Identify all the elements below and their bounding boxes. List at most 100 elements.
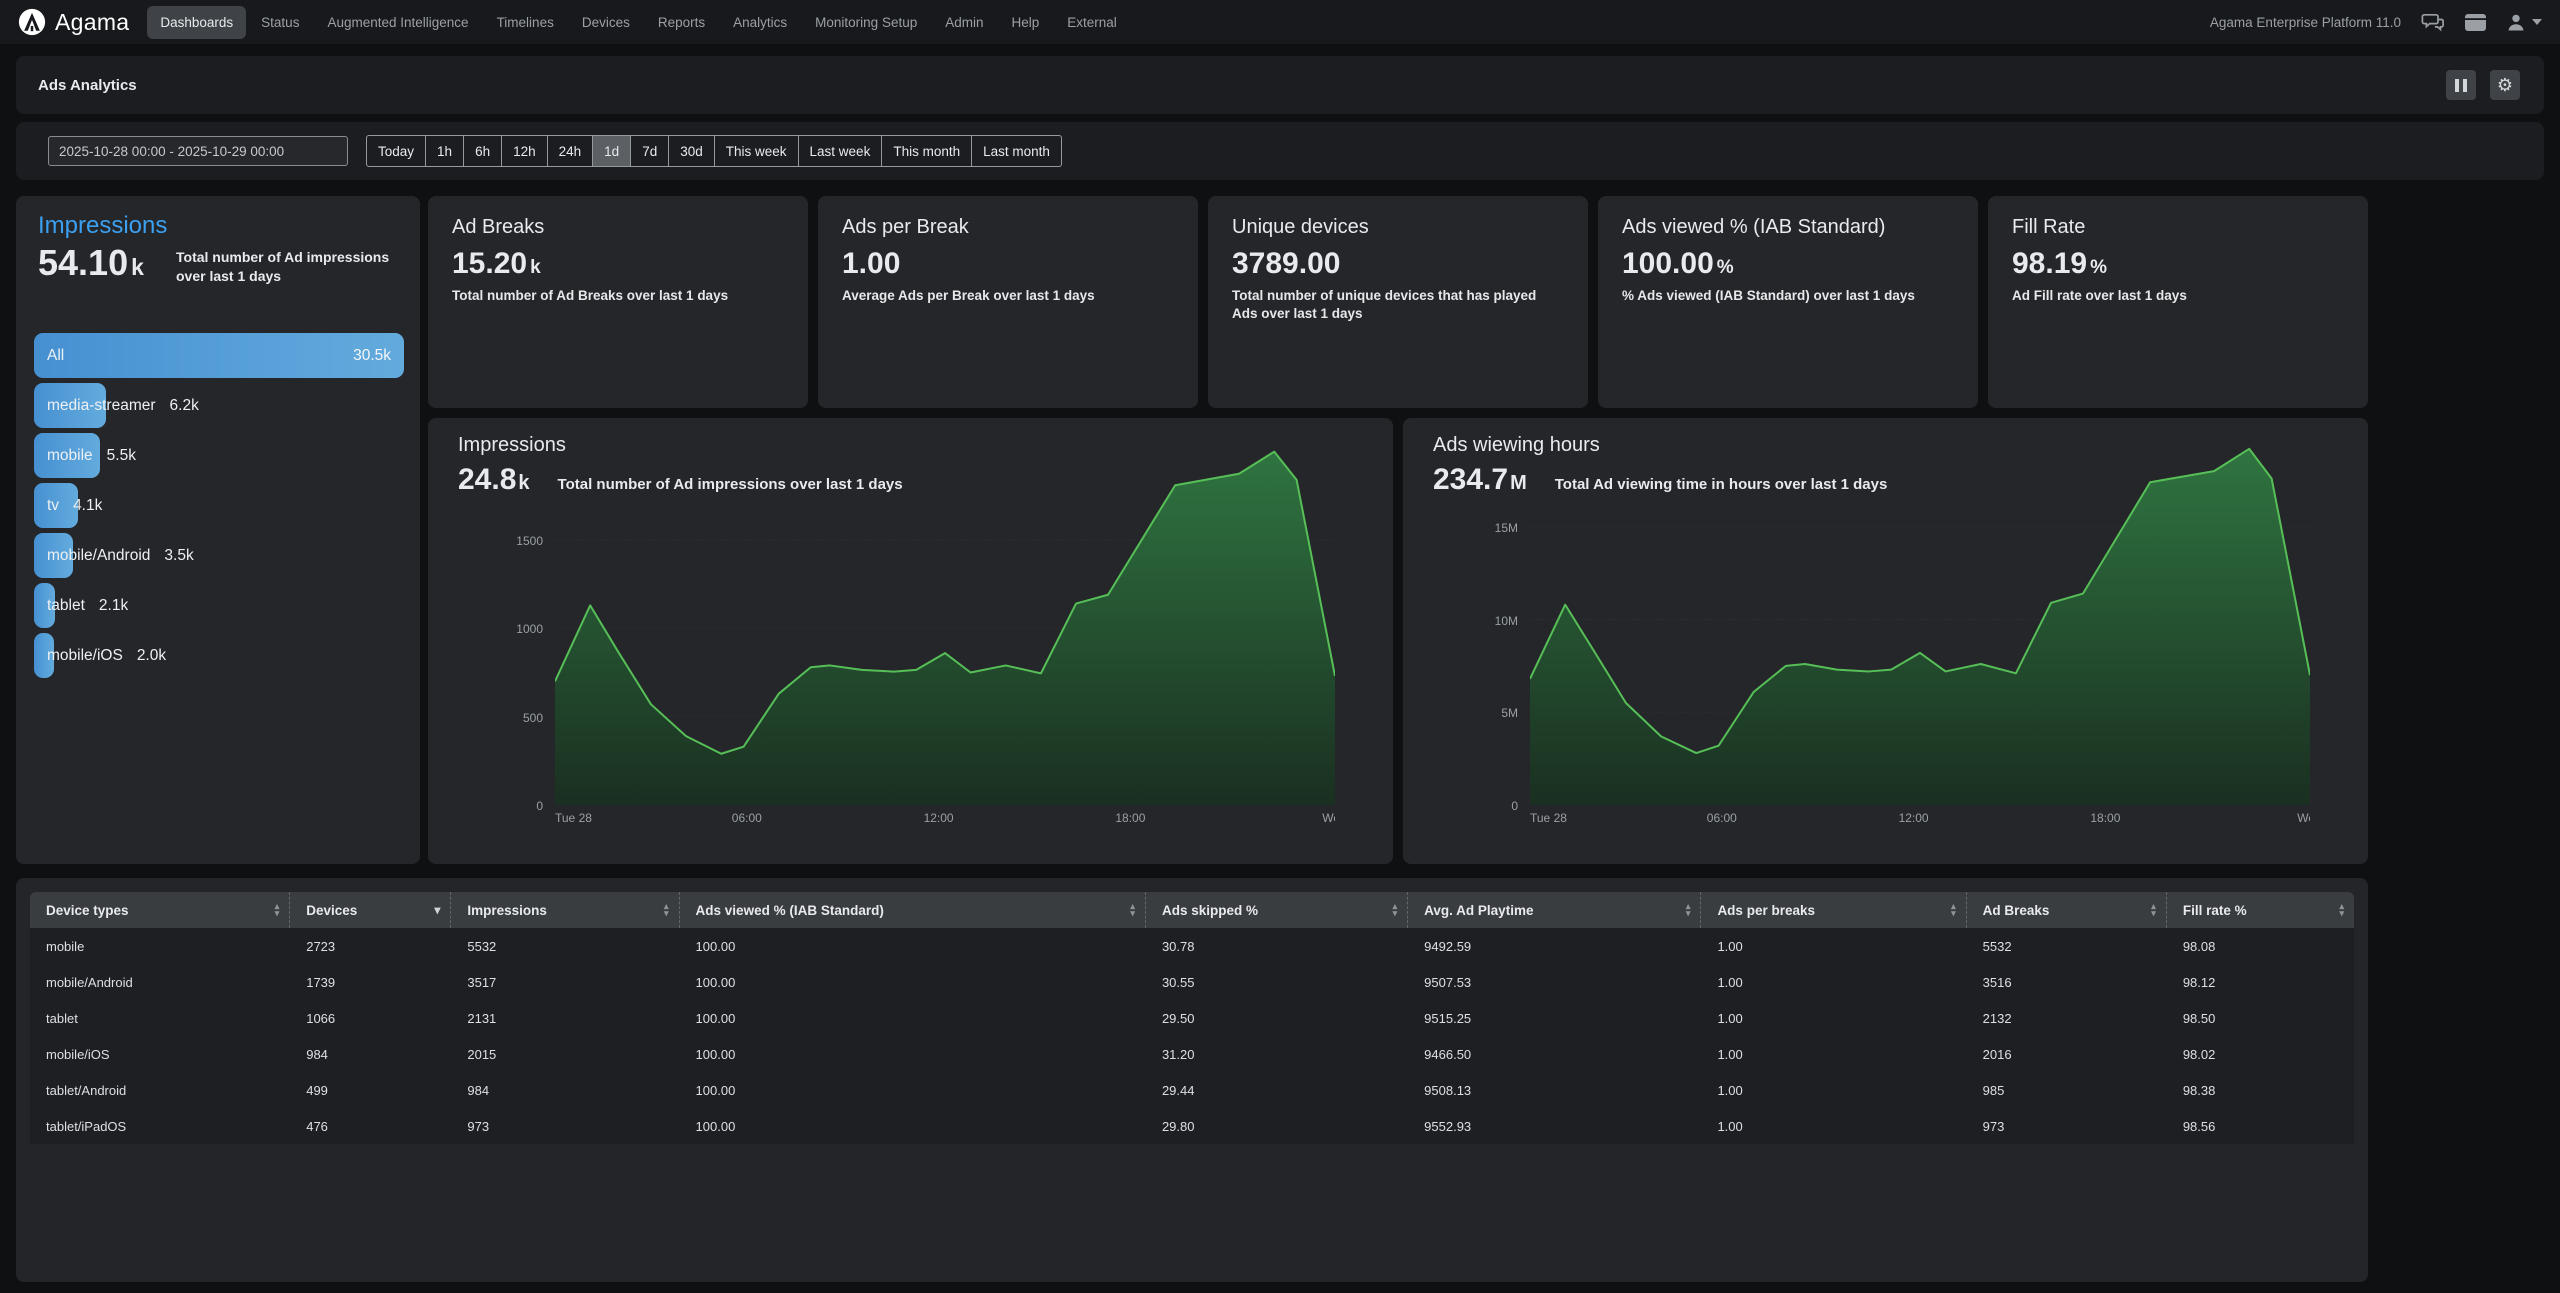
settings-button[interactable]: ⚙: [2490, 70, 2520, 100]
chat-icon[interactable]: [2421, 12, 2445, 32]
pause-button[interactable]: [2446, 70, 2476, 100]
time-range-button-1d[interactable]: 1d: [593, 135, 631, 167]
brand[interactable]: Agama: [18, 8, 129, 36]
column-header-ads-viewed-iab-standard[interactable]: Ads viewed % (IAB Standard) ▴▾: [680, 892, 1146, 928]
chart-panel-impressions: Impressions24.8kTotal number of Ad impre…: [428, 418, 1393, 864]
column-header-avg-ad-playtime[interactable]: Avg. Ad Playtime▴▾: [1408, 892, 1701, 928]
table-row-mobile-ios[interactable]: mobile/iOS9842015100.0031.209466.501.002…: [30, 1036, 2354, 1072]
nav-item-external[interactable]: External: [1054, 6, 1130, 39]
date-range-input[interactable]: [48, 136, 348, 166]
device-bar-mobile-ios[interactable]: mobile/iOS2.0k: [34, 633, 404, 678]
bar-text: tablet2.1k: [47, 583, 128, 628]
column-header-impressions[interactable]: Impressions▴▾: [451, 892, 679, 928]
sort-icon: ▴▾: [275, 903, 280, 917]
column-header-devices[interactable]: Devices▾: [290, 892, 451, 928]
time-range-button-today[interactable]: Today: [366, 135, 426, 167]
x-axis-tick: 12:00: [1899, 811, 1929, 825]
time-range-button-12h[interactable]: 12h: [502, 135, 548, 167]
table-cell: 9507.53: [1408, 964, 1701, 1000]
y-axis-tick: 1500: [483, 534, 543, 548]
table-cell: 2723: [290, 928, 451, 964]
time-range-button-7d[interactable]: 7d: [631, 135, 669, 167]
sort-icon: ▴▾: [1130, 903, 1135, 917]
table-cell: tablet/Android: [30, 1072, 290, 1108]
device-bar-media-streamer[interactable]: media-streamer6.2k: [34, 383, 404, 428]
bar-label: tv: [47, 497, 59, 515]
time-range-button-last-month[interactable]: Last month: [972, 135, 1062, 167]
table-cell: 476: [290, 1108, 451, 1144]
table-row-mobile[interactable]: mobile27235532100.0030.789492.591.005532…: [30, 928, 2354, 964]
column-header-device-types[interactable]: Device types▴▾: [30, 892, 290, 928]
chart-title: Ads wiewing hours: [1433, 434, 1600, 457]
column-header-fill-rate[interactable]: Fill rate %▴▾: [2167, 892, 2354, 928]
kpi-value: 100.00: [1622, 247, 1714, 281]
table-cell: 1.00: [1701, 1000, 1966, 1036]
impressions-panel-value-row: 54.10 k: [38, 242, 144, 284]
column-header-label: Ads viewed % (IAB Standard): [696, 903, 884, 918]
table-row-mobile-android[interactable]: mobile/Android17393517100.0030.559507.53…: [30, 964, 2354, 1000]
table-cell: 100.00: [680, 964, 1146, 1000]
column-header-ads-skipped[interactable]: Ads skipped %▴▾: [1146, 892, 1408, 928]
impressions-panel-value: 54.10: [38, 242, 128, 284]
column-header-ad-breaks[interactable]: Ad Breaks▴▾: [1967, 892, 2167, 928]
kpi-description: Total number of Ad Breaks over last 1 da…: [452, 287, 784, 305]
bar-label: mobile/iOS: [47, 647, 123, 665]
nav-item-status[interactable]: Status: [248, 6, 312, 39]
nav-item-reports[interactable]: Reports: [645, 6, 718, 39]
device-bar-mobile[interactable]: mobile5.5k: [34, 433, 404, 478]
card-icon[interactable]: [2465, 14, 2486, 31]
time-range-button-30d[interactable]: 30d: [669, 135, 715, 167]
page-title: Ads Analytics: [38, 77, 137, 94]
table-cell: 100.00: [680, 1000, 1146, 1036]
bar-text: mobile5.5k: [47, 433, 136, 478]
device-bar-tv[interactable]: tv4.1k: [34, 483, 404, 528]
table-cell: 98.12: [2167, 964, 2354, 1000]
kpi-value: 1.00: [842, 247, 900, 281]
nav-item-admin[interactable]: Admin: [932, 6, 996, 39]
y-axis-tick: 500: [483, 711, 543, 725]
time-range-button-6h[interactable]: 6h: [464, 135, 502, 167]
device-bar-all[interactable]: All30.5k: [34, 333, 404, 378]
table-row-tablet-android[interactable]: tablet/Android499984100.0029.449508.131.…: [30, 1072, 2354, 1108]
time-range-button-this-week[interactable]: This week: [715, 135, 799, 167]
table-cell: 9492.59: [1408, 928, 1701, 964]
kpi-description: Total number of unique devices that has …: [1232, 287, 1564, 323]
kpi-value-row: 3789.00: [1232, 247, 1564, 281]
kpi-value: 98.19: [2012, 247, 2087, 281]
user-menu[interactable]: [2506, 12, 2542, 32]
pause-icon: [2455, 79, 2467, 92]
top-nav: Agama DashboardsStatusAugmented Intellig…: [0, 0, 2560, 44]
kpi-row: Ad Breaks15.20kTotal number of Ad Breaks…: [428, 196, 2368, 408]
sort-down-icon: ▾: [275, 910, 280, 917]
time-range-button-24h[interactable]: 24h: [548, 135, 594, 167]
device-bar-tablet[interactable]: tablet2.1k: [34, 583, 404, 628]
nav-item-augmented-intelligence[interactable]: Augmented Intelligence: [314, 6, 481, 39]
nav-item-help[interactable]: Help: [998, 6, 1052, 39]
kpi-value-row: 98.19%: [2012, 247, 2344, 281]
agama-logo-icon: [18, 8, 46, 36]
time-range-button-1h[interactable]: 1h: [426, 135, 464, 167]
user-icon: [2506, 12, 2526, 32]
title-bar: Ads Analytics ⚙: [16, 56, 2544, 114]
table-cell: 2015: [451, 1036, 679, 1072]
chart-description: Total number of Ad impressions over last…: [558, 476, 903, 493]
nav-menu: DashboardsStatusAugmented IntelligenceTi…: [147, 6, 1129, 39]
time-range-button-group: Today1h6h12h24h1d7d30dThis weekLast week…: [366, 135, 1062, 167]
nav-item-monitoring-setup[interactable]: Monitoring Setup: [802, 6, 930, 39]
nav-item-timelines[interactable]: Timelines: [484, 6, 567, 39]
table-cell: 100.00: [680, 1036, 1146, 1072]
column-header-ads-per-breaks[interactable]: Ads per breaks▴▾: [1701, 892, 1966, 928]
kpi-card-ads-viewed-iab-standard: Ads viewed % (IAB Standard)100.00%% Ads …: [1598, 196, 1978, 408]
nav-item-analytics[interactable]: Analytics: [720, 6, 800, 39]
bar-value: 6.2k: [170, 397, 199, 415]
table-row-tablet-ipados[interactable]: tablet/iPadOS476973100.0029.809552.931.0…: [30, 1108, 2354, 1144]
nav-item-dashboards[interactable]: Dashboards: [147, 6, 246, 39]
time-range-button-this-month[interactable]: This month: [882, 135, 972, 167]
time-range-button-last-week[interactable]: Last week: [799, 135, 883, 167]
device-bar-mobile-android[interactable]: mobile/Android3.5k: [34, 533, 404, 578]
y-axis-tick: 15M: [1458, 521, 1518, 535]
table-cell: 5532: [451, 928, 679, 964]
table-row-tablet[interactable]: tablet10662131100.0029.509515.251.002132…: [30, 1000, 2354, 1036]
y-axis-tick: 5M: [1458, 706, 1518, 720]
nav-item-devices[interactable]: Devices: [569, 6, 643, 39]
